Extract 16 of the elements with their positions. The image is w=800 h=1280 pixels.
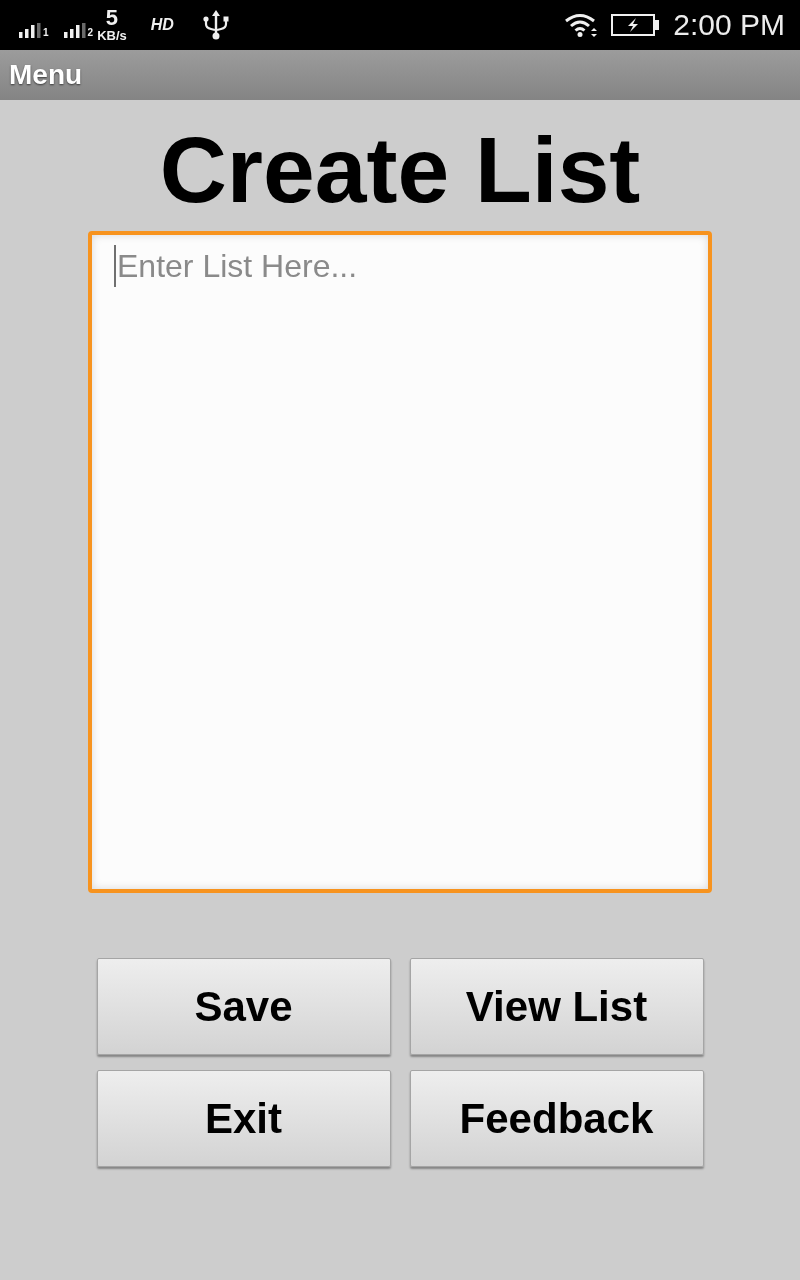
- action-button[interactable]: Save: [96, 958, 391, 1055]
- action-button[interactable]: Exit: [96, 1070, 391, 1167]
- signal-icon: [19, 22, 41, 38]
- sim-number-label: 2: [87, 27, 94, 38]
- page-title: Create List: [159, 117, 641, 224]
- action-button[interactable]: Feedback: [409, 1070, 704, 1167]
- action-button[interactable]: View List: [409, 958, 704, 1055]
- text-cursor-icon: [114, 245, 116, 287]
- signal-icon: [63, 22, 86, 38]
- battery-charging-icon: [611, 14, 660, 36]
- usb-icon: [202, 10, 229, 40]
- data-speed-value: 5: [105, 7, 119, 29]
- data-speed-unit: KB/s: [97, 29, 127, 43]
- network-type-label: HD: [150, 15, 174, 35]
- clock-time: 2:00 PM: [673, 10, 785, 40]
- sim-number-label: 1: [43, 27, 49, 38]
